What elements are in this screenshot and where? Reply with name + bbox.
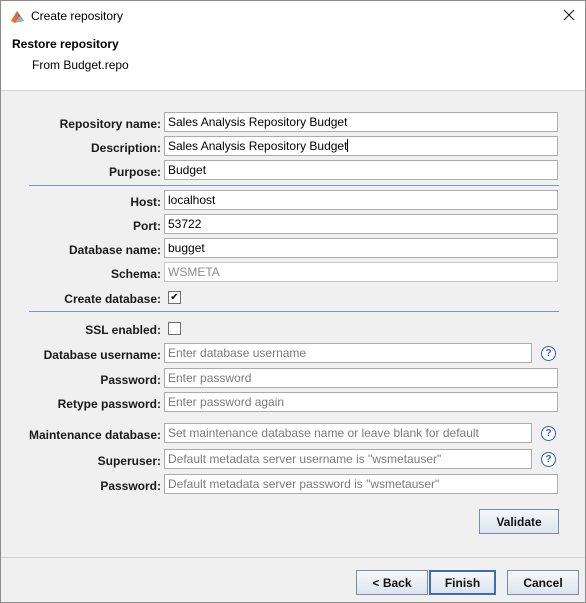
title-bar: Create repository	[1, 1, 585, 32]
ssl-enabled-checkbox[interactable]	[168, 322, 181, 335]
help-icon[interactable]: ?	[541, 426, 556, 441]
separator	[29, 185, 559, 186]
host-field[interactable]: localhost	[164, 190, 558, 210]
purpose-field[interactable]: Budget	[164, 160, 558, 180]
password-label: Password:	[100, 373, 161, 387]
host-label: Host:	[130, 195, 161, 209]
create-repository-dialog: Create repository Restore repository Fro…	[0, 0, 586, 603]
repository-name-field[interactable]: Sales Analysis Repository Budget	[164, 112, 558, 132]
schema-label: Schema:	[110, 267, 161, 281]
database-name-label: Database name:	[68, 243, 161, 257]
port-field[interactable]: 53722	[164, 214, 558, 234]
ssl-enabled-label: SSL enabled:	[85, 323, 161, 337]
superuser-label: Superuser:	[97, 454, 161, 468]
window-title: Create repository	[31, 9, 124, 23]
password-field[interactable]: Enter password	[164, 368, 558, 388]
schema-field: WSMETA	[164, 262, 558, 282]
app-logo-icon	[9, 9, 26, 24]
wizard-header: Restore repository From Budget.repo	[1, 32, 585, 91]
footer-divider	[1, 557, 585, 558]
header-subtitle: From Budget.repo	[32, 58, 129, 72]
close-button[interactable]	[557, 4, 581, 28]
database-name-field[interactable]: bugget	[164, 238, 558, 258]
description-value: Sales Analysis Repository Budget	[168, 139, 348, 153]
retype-password-field[interactable]: Enter password again	[164, 392, 558, 412]
superuser-password-field[interactable]: Default metadata server password is "wsm…	[164, 474, 558, 494]
retype-password-label: Retype password:	[57, 397, 161, 411]
create-database-label: Create database:	[64, 292, 161, 306]
cancel-button[interactable]: Cancel	[507, 570, 579, 595]
header-title: Restore repository	[12, 37, 119, 51]
database-username-field[interactable]: Enter database username	[164, 343, 532, 363]
database-username-label: Database username:	[43, 348, 161, 362]
purpose-label: Purpose:	[108, 165, 161, 179]
help-icon[interactable]: ?	[541, 452, 556, 467]
close-icon	[563, 9, 575, 24]
repository-name-label: Repository name:	[59, 117, 161, 131]
description-field[interactable]: Sales Analysis Repository Budget	[164, 136, 558, 156]
superuser-field[interactable]: Default metadata server username is "wsm…	[164, 449, 532, 469]
superuser-password-label: Password:	[100, 479, 161, 493]
finish-button[interactable]: Finish	[429, 570, 496, 595]
port-label: Port:	[133, 219, 161, 233]
separator	[29, 311, 559, 312]
help-icon[interactable]: ?	[541, 346, 556, 361]
maintenance-database-field[interactable]: Set maintenance database name or leave b…	[164, 423, 532, 443]
create-database-checkbox[interactable]: ✔	[168, 291, 181, 304]
description-label: Description:	[90, 141, 161, 155]
back-button[interactable]: < Back	[356, 570, 428, 595]
text-cursor	[347, 139, 349, 152]
maintenance-database-label: Maintenance database:	[28, 428, 161, 442]
checkmark-icon: ✔	[170, 291, 179, 303]
validate-button[interactable]: Validate	[479, 509, 559, 534]
